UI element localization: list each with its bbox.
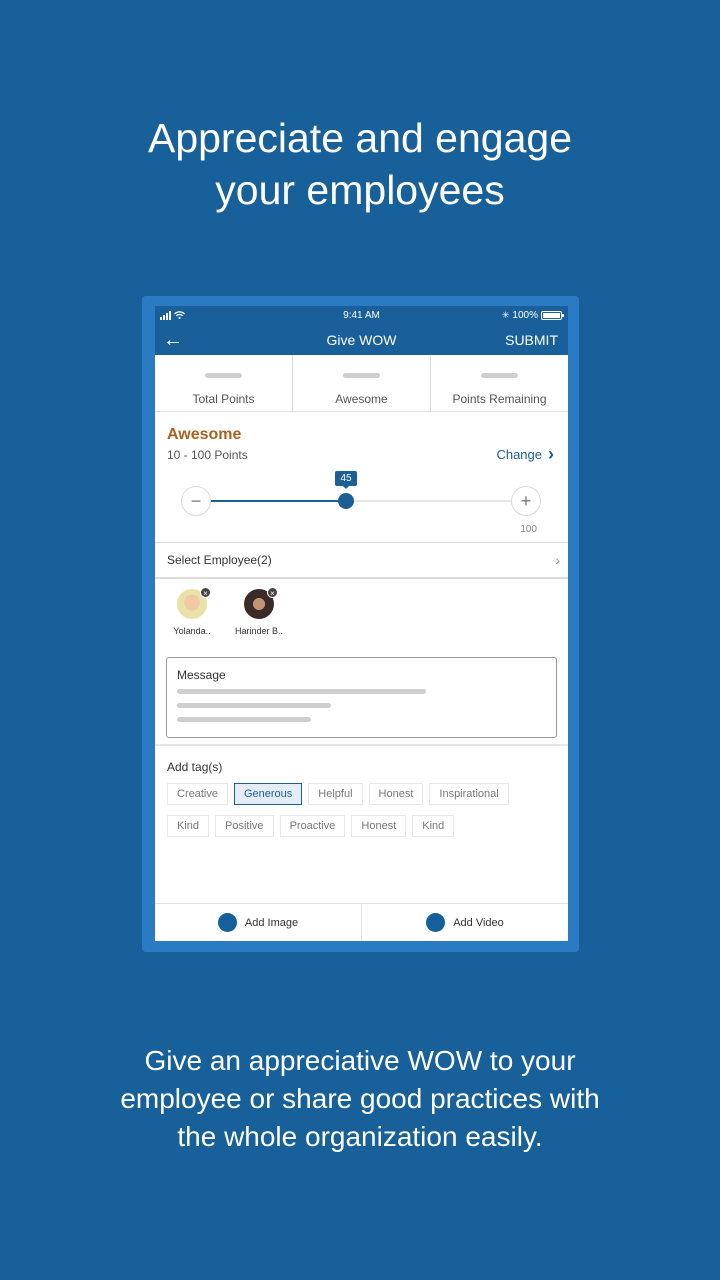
- slider-max-label: 100: [520, 524, 537, 535]
- tag-chip[interactable]: Honest: [368, 783, 424, 805]
- device-frame: 9:41 AM ✳ 100% ← Give WOW SUBMIT Total P…: [142, 296, 579, 952]
- add-video-button[interactable]: Add Video: [362, 904, 568, 941]
- stat-label: Points Remaining: [452, 392, 547, 406]
- tag-chip[interactable]: Proactive: [279, 815, 346, 837]
- employee-chip[interactable]: × Harinder B..: [234, 587, 284, 651]
- footer-description: Give an appreciative WOW to your employe…: [0, 1042, 720, 1156]
- tag-chip[interactable]: Honest: [351, 815, 407, 837]
- stat-awesome: Awesome: [293, 355, 431, 411]
- tag-chip[interactable]: Positive: [215, 815, 274, 837]
- change-award-link[interactable]: Change ›: [496, 444, 554, 465]
- minus-icon: −: [190, 490, 202, 511]
- stat-total-points: Total Points: [155, 355, 293, 411]
- headline-line-1: Appreciate and engage: [147, 115, 572, 161]
- stats-row: Total Points Awesome Points Remaining: [155, 355, 568, 412]
- employee-name: Harinder B..: [234, 626, 284, 636]
- tag-chip[interactable]: Inspirational: [429, 783, 509, 805]
- slider-value-tooltip: 45: [335, 471, 357, 489]
- tag-chip[interactable]: Kind: [167, 815, 210, 837]
- tag-chip[interactable]: Kind: [412, 815, 455, 837]
- chevron-right-icon: ›: [555, 552, 560, 568]
- footer-line-2: employee or share good practices with: [120, 1083, 600, 1114]
- footer-line-3: the whole organization easily.: [177, 1121, 543, 1152]
- back-arrow-icon[interactable]: ←: [163, 330, 183, 350]
- avatar: ×: [177, 587, 211, 619]
- tag-chip[interactable]: Generous: [233, 783, 303, 805]
- tag-chip[interactable]: Creative: [167, 783, 228, 805]
- stat-label: Total Points: [192, 392, 255, 406]
- add-image-label: Add Image: [244, 916, 299, 929]
- slider-thumb[interactable]: [338, 493, 354, 509]
- tag-chip[interactable]: Helpful: [308, 783, 363, 805]
- add-video-label: Add Video: [453, 916, 504, 929]
- message-text-placeholder: [177, 689, 426, 694]
- plus-icon: +: [520, 490, 532, 511]
- status-time: 9:41 AM: [343, 309, 380, 321]
- app-screen: 9:41 AM ✳ 100% ← Give WOW SUBMIT Total P…: [155, 306, 568, 941]
- tags-section: Add tag(s) Creative Generous Helpful Hon…: [155, 746, 568, 894]
- stat-value-placeholder: [205, 373, 242, 378]
- add-video-icon: [426, 913, 446, 932]
- stat-points-remaining: Points Remaining: [431, 355, 568, 411]
- stat-value-placeholder: [343, 373, 380, 378]
- selected-employees: × Yolanda.. × Harinder B..: [155, 579, 568, 651]
- add-image-button[interactable]: Add Image: [155, 904, 362, 941]
- employee-chip[interactable]: × Yolanda..: [168, 587, 216, 651]
- chevron-right-icon: ›: [548, 444, 554, 464]
- message-text-placeholder: [177, 703, 331, 708]
- award-section: Awesome 10 - 100 Points Change › − 45 +: [155, 412, 568, 543]
- nav-bar: ← Give WOW SUBMIT: [155, 324, 568, 355]
- media-actions: Add Image Add Video: [155, 903, 568, 941]
- footer-line-1: Give an appreciative WOW to your: [144, 1045, 576, 1076]
- award-range: 10 - 100 Points: [167, 448, 248, 462]
- tag-list: Creative Generous Helpful Honest Inspira…: [167, 783, 556, 837]
- add-image-icon: [217, 913, 237, 932]
- message-section: Message: [155, 651, 568, 746]
- slider-track-fill: [211, 500, 346, 502]
- award-name: Awesome: [167, 426, 242, 443]
- message-input[interactable]: Message: [166, 657, 557, 738]
- message-label: Message: [177, 668, 226, 682]
- headline: Appreciate and engage your employees: [0, 112, 720, 216]
- tags-title: Add tag(s): [167, 760, 223, 774]
- slider-track[interactable]: 45: [211, 471, 511, 509]
- change-label: Change: [496, 447, 542, 462]
- avatar: ×: [244, 587, 278, 619]
- remove-employee-icon[interactable]: ×: [267, 587, 278, 598]
- decrease-points-button[interactable]: −: [181, 486, 211, 516]
- stat-label: Awesome: [335, 392, 388, 406]
- stat-value-placeholder: [481, 373, 518, 378]
- remove-employee-icon[interactable]: ×: [200, 587, 211, 598]
- increase-points-button[interactable]: +: [511, 486, 541, 516]
- headline-line-2: your employees: [215, 167, 505, 213]
- select-employee-row[interactable]: Select Employee(2) ›: [155, 543, 568, 579]
- message-text-placeholder: [177, 717, 311, 722]
- battery-icon: [541, 310, 564, 320]
- select-employee-label: Select Employee(2): [167, 553, 272, 567]
- points-slider[interactable]: − 45 +: [181, 471, 541, 516]
- submit-button[interactable]: SUBMIT: [505, 332, 558, 348]
- employee-name: Yolanda..: [173, 626, 211, 636]
- status-bar: 9:41 AM ✳ 100%: [155, 306, 568, 324]
